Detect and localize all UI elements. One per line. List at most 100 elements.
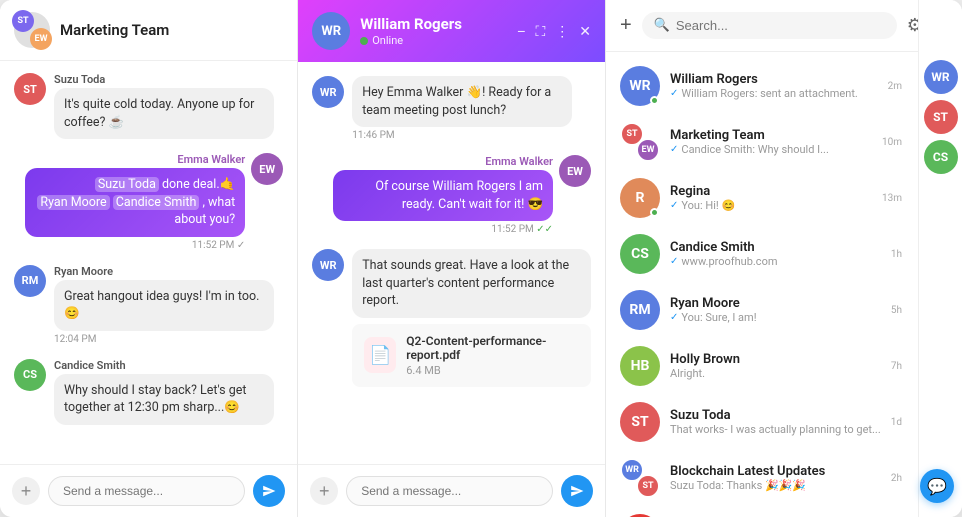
middle-header: WR William Rogers Online − ⛶ ⋮ ✕ [298, 0, 605, 62]
contact-name: William Rogers [360, 15, 517, 33]
contact-preview: ✓William Rogers: sent an attachment. [670, 87, 878, 100]
message-sender: Suzu Toda [54, 73, 274, 86]
message-row: WR That sounds great. Have a look at the… [312, 249, 591, 387]
expand-button[interactable]: ⛶ [535, 23, 545, 40]
file-attachment[interactable]: 📄 Q2-Content-performance-report.pdf 6.4 … [352, 324, 591, 387]
message-bubble: Great hangout idea guys! I'm in too.😊 [54, 280, 274, 331]
contact-avatar: ST [620, 402, 660, 442]
message-sender: Emma Walker [25, 153, 245, 166]
contact-item[interactable]: R Regina ✓You: Hi! 😊 13m [606, 170, 916, 226]
message-content: Emma Walker Suzu Toda done deal.🤙 Ryan M… [25, 153, 245, 251]
contact-avatar: RM [620, 290, 660, 330]
contact-name: Ryan Moore [670, 296, 881, 311]
more-button[interactable]: ⋮ [555, 23, 569, 40]
avatar: ST [14, 73, 46, 105]
compose-button[interactable]: + [620, 14, 632, 37]
message-content: Candice Smith Why should I stay back? Le… [54, 359, 274, 425]
contact-time: 2m [888, 81, 902, 92]
header-info: William Rogers Online [360, 15, 517, 47]
search-input[interactable] [676, 18, 885, 33]
group-av2: ST [636, 474, 660, 498]
add-attachment-button-middle[interactable]: + [310, 477, 338, 505]
contact-preview: ✓Candice Smith: Why should I... [670, 143, 872, 156]
contact-details: Marketing Team ✓Candice Smith: Why shoul… [670, 128, 872, 156]
contact-preview: ✓You: Sure, I am! [670, 311, 881, 324]
contact-avatar: HB [620, 346, 660, 386]
contact-time: 2h [891, 473, 902, 484]
contact-name: Suzu Toda [670, 408, 881, 423]
middle-panel: WR William Rogers Online − ⛶ ⋮ ✕ WR Hey … [298, 0, 606, 517]
right-panel: + 🔍 ⚙ ✕ WR William Rogers ✓William Roger… [606, 0, 962, 517]
message-content: Hey Emma Walker 👋! Ready for a team meet… [352, 76, 572, 141]
message-input[interactable] [48, 476, 245, 506]
message-sender: Emma Walker [333, 155, 553, 168]
contact-item[interactable]: WR ST Blockchain Latest Updates Suzu Tod… [606, 450, 916, 506]
contact-item[interactable]: ST Suzu Toda That works- I was actually … [606, 394, 916, 450]
contact-avatar: WR [620, 66, 660, 106]
left-footer: + [0, 464, 297, 517]
contact-item[interactable]: CS Candice Smith ✓www.proofhub.com 1h [606, 226, 916, 282]
contact-details: William Rogers ✓William Rogers: sent an … [670, 72, 878, 100]
message-content: Emma Walker Of course William Rogers I a… [333, 155, 553, 235]
contact-preview: Suzu Toda: Thanks 🎉🎉🎉 [670, 479, 881, 492]
checkmark-icon: ✓ [670, 88, 678, 99]
checkmark-icon: ✓ [670, 312, 678, 323]
send-button[interactable] [253, 475, 285, 507]
online-status: Online [360, 34, 517, 47]
middle-footer: + [298, 464, 605, 517]
message-time: 11:46 PM [352, 130, 572, 141]
sidebar-avatar[interactable]: WR [924, 60, 958, 94]
status-dot [650, 208, 659, 217]
message-row-right: Emma Walker Of course William Rogers I a… [312, 155, 591, 235]
left-messages-list: ST Suzu Toda It's quite cold today. Anyo… [0, 61, 297, 464]
message-content: Suzu Toda It's quite cold today. Anyone … [54, 73, 274, 139]
right-bubble-wrapper: Emma Walker Suzu Toda done deal.🤙 Ryan M… [25, 153, 283, 251]
left-panel: ST EW Marketing Team ST Suzu Toda It's q… [0, 0, 298, 517]
contact-item[interactable]: NL Nicolas Lopez lol 😎😎 1w [606, 506, 916, 517]
sidebar-avatar[interactable]: ST [924, 100, 958, 134]
message-input-middle[interactable] [346, 476, 553, 506]
avatar: WR [312, 76, 344, 108]
right-sidebar-avatars: WR ST CS 💬 [918, 0, 962, 517]
add-attachment-button[interactable]: + [12, 477, 40, 505]
message-row: CS Candice Smith Why should I stay back?… [14, 359, 283, 425]
contact-item[interactable]: RM Ryan Moore ✓You: Sure, I am! 5h [606, 282, 916, 338]
sidebar-avatar[interactable]: CS [924, 140, 958, 174]
app-container: ST EW Marketing Team ST Suzu Toda It's q… [0, 0, 962, 517]
contact-time: 13m [882, 193, 902, 204]
close-button[interactable]: ✕ [579, 23, 591, 40]
contact-details: Candice Smith ✓www.proofhub.com [670, 240, 881, 268]
contact-details: Blockchain Latest Updates Suzu Toda: Tha… [670, 464, 881, 492]
contact-item[interactable]: WR William Rogers ✓William Rogers: sent … [606, 58, 916, 114]
message-bubble: Suzu Toda done deal.🤙 Ryan Moore Candice… [25, 168, 245, 237]
contact-name: William Rogers [670, 72, 878, 87]
send-button-middle[interactable] [561, 475, 593, 507]
contact-time: 10m [882, 137, 902, 148]
avatar: WR [312, 249, 344, 281]
message-bubble: Of course William Rogers I am ready. Can… [333, 170, 553, 221]
contact-preview: ✓You: Hi! 😊 [670, 199, 872, 212]
contact-name: Regina [670, 184, 872, 199]
contact-details: Ryan Moore ✓You: Sure, I am! [670, 296, 881, 324]
message-row: WR Hey Emma Walker 👋! Ready for a team m… [312, 76, 591, 141]
message-bubble: Why should I stay back? Let's get togeth… [54, 374, 274, 425]
message-bubble: Hey Emma Walker 👋! Ready for a team meet… [352, 76, 572, 127]
contact-details: Regina ✓You: Hi! 😊 [670, 184, 872, 212]
contact-details: Suzu Toda That works- I was actually pla… [670, 408, 881, 436]
message-time: 11:52 PM ✓✓ [333, 224, 553, 235]
avatar: CS [14, 359, 46, 391]
search-icon: 🔍 [654, 18, 670, 33]
contact-avatar: CS [620, 234, 660, 274]
contact-preview: ✓www.proofhub.com [670, 255, 881, 268]
message-content: Ryan Moore Great hangout idea guys! I'm … [54, 265, 274, 345]
group-avatar-1: ST [12, 10, 34, 32]
file-icon: 📄 [364, 337, 396, 373]
chat-fab-button[interactable]: 💬 [920, 469, 954, 503]
minimize-button[interactable]: − [517, 23, 525, 39]
group-contact-avatar: ST EW [620, 122, 660, 162]
message-bubble: It's quite cold today. Anyone up for cof… [54, 88, 274, 139]
group-av2: EW [636, 138, 660, 162]
contact-item[interactable]: HB Holly Brown Alright. 7h [606, 338, 916, 394]
checkmark-icon: ✓ [670, 144, 678, 155]
contact-item[interactable]: ST EW Marketing Team ✓Candice Smith: Why… [606, 114, 916, 170]
